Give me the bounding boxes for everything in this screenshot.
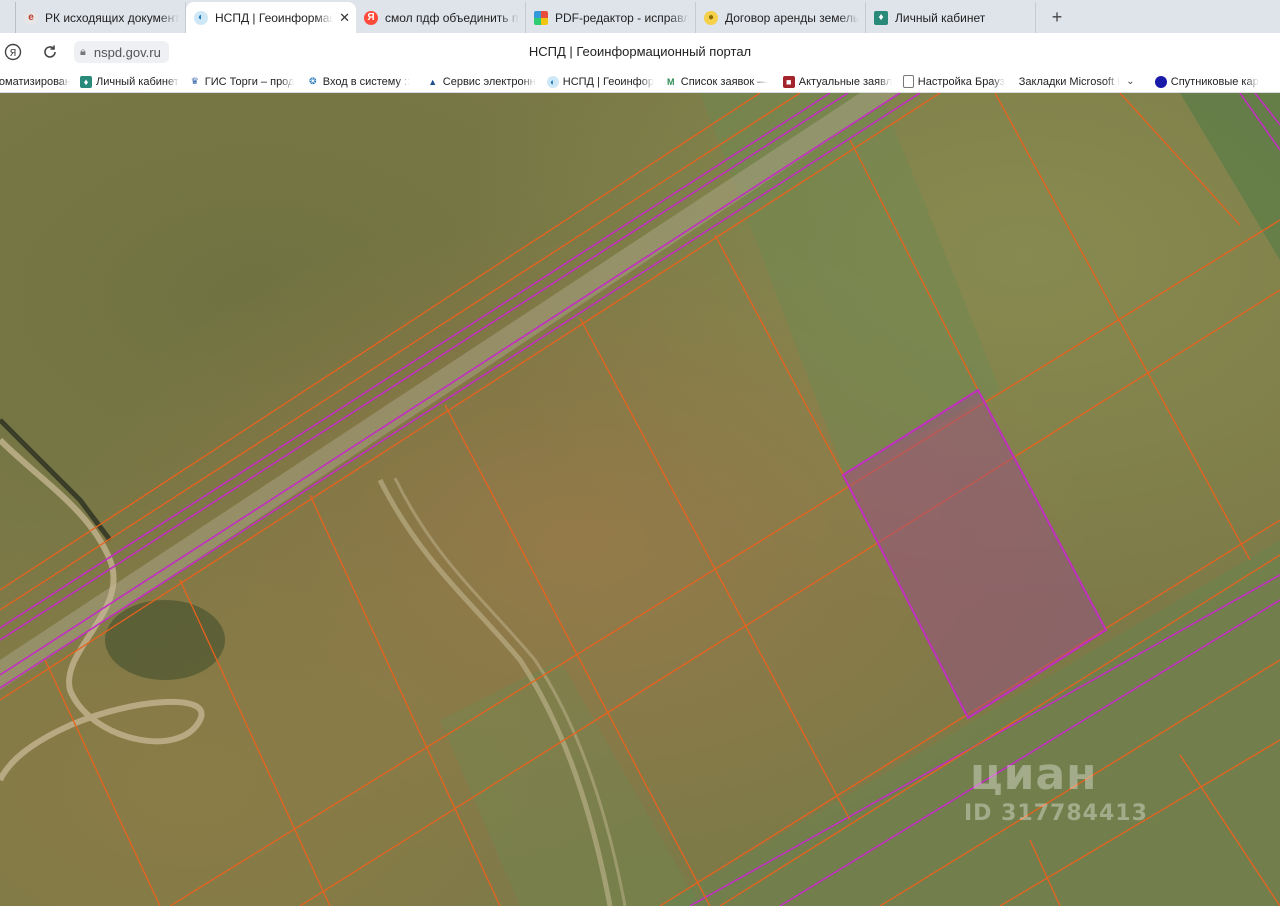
map-viewport[interactable]: циан ID 317784413 xyxy=(0,93,1280,906)
yandex-home-button[interactable]: Я xyxy=(2,41,24,63)
cadastral-map[interactable] xyxy=(0,93,1280,906)
bookmark-microsoft-folder[interactable]: Закладки Microsoft I ⌄ xyxy=(1019,76,1145,88)
bookmark-automation[interactable]: томатизирован xyxy=(0,76,70,88)
bookmarks-bar: томатизирован ♦ Личный кабинет ♛ ГИС Тор… xyxy=(0,71,1280,93)
bookmark-login[interactable]: ❂ Вход в систему :: xyxy=(307,76,417,88)
address-bar: Я 🔒︎ nspd.gov.ru НСПД | Геоинформационны… xyxy=(0,33,1280,71)
bookmark-personal-account[interactable]: ♦ Личный кабинет xyxy=(80,75,179,88)
shield-icon: ♦ xyxy=(874,10,888,25)
shield-icon: ♦ xyxy=(80,75,92,88)
browser-window: e РК исходящих документо ◐ НСПД | Геоинф… xyxy=(0,0,1280,906)
nspd-icon: ◐ xyxy=(546,75,559,88)
svg-text:Я: Я xyxy=(10,48,17,59)
pdf-icon xyxy=(534,10,548,25)
reload-button[interactable] xyxy=(39,41,61,63)
bulb-icon: ● xyxy=(704,10,718,25)
bookmark-requests-list[interactable]: M Список заявок — xyxy=(665,76,773,88)
mountain-icon: ▲ xyxy=(428,76,438,87)
plus-icon: + xyxy=(1051,7,1063,27)
tab-rk-documents[interactable]: e РК исходящих документо xyxy=(16,2,186,33)
tab-yandex-search[interactable]: Я смол пдф объединить пдф xyxy=(356,2,526,33)
tab-nspd[interactable]: ◐ НСПД | Геоинформаци ✕ xyxy=(186,2,356,33)
page-icon xyxy=(902,75,914,88)
bookmark-current-requests[interactable]: ■ Актуальные заявл xyxy=(782,75,893,88)
nspd-icon: ◐ xyxy=(194,10,208,25)
url-text: nspd.gov.ru xyxy=(93,44,161,60)
m-icon: M xyxy=(667,76,675,87)
yandex-logo-icon: Я xyxy=(4,43,22,61)
dot-icon xyxy=(1154,75,1167,88)
close-tab-icon[interactable]: ✕ xyxy=(339,10,350,26)
new-tab-button[interactable]: + xyxy=(1042,2,1072,33)
tab-pdf-editor[interactable]: PDF-редактор - исправле xyxy=(526,2,696,33)
emblem-icon: ♛ xyxy=(190,76,199,86)
bookmark-nspd[interactable]: ◐ НСПД | Геоинфор xyxy=(546,75,655,88)
yandex-icon: Я xyxy=(364,10,378,25)
cube-icon: ■ xyxy=(782,75,795,88)
reload-icon xyxy=(44,45,56,58)
chevron-down-icon: ⌄ xyxy=(1126,76,1135,87)
tab-personal-account[interactable]: ♦ Личный кабинет xyxy=(866,2,1036,33)
doc-icon: e xyxy=(24,10,38,25)
url-field[interactable]: 🔒︎ nspd.gov.ru xyxy=(74,41,169,63)
globe-icon: ❂ xyxy=(308,76,317,86)
page-title: НСПД | Геоинформационный портал xyxy=(528,44,752,59)
bookmark-gis-torgi[interactable]: ♛ ГИС Торги – прод xyxy=(189,76,297,88)
tab-strip: e РК исходящих документо ◐ НСПД | Геоинф… xyxy=(0,0,1280,33)
bookmark-browser-settings[interactable]: Настройка Брауз xyxy=(902,75,1009,88)
lock-icon: 🔒︎ xyxy=(80,45,86,58)
bookmark-satellite-maps[interactable]: Спутниковые кар xyxy=(1154,75,1265,88)
tab-edge xyxy=(2,2,16,33)
tab-lease-contract[interactable]: ● Договор аренды земельн xyxy=(696,2,866,33)
bookmark-e-service[interactable]: ▲ Сервис электронн xyxy=(427,76,537,88)
